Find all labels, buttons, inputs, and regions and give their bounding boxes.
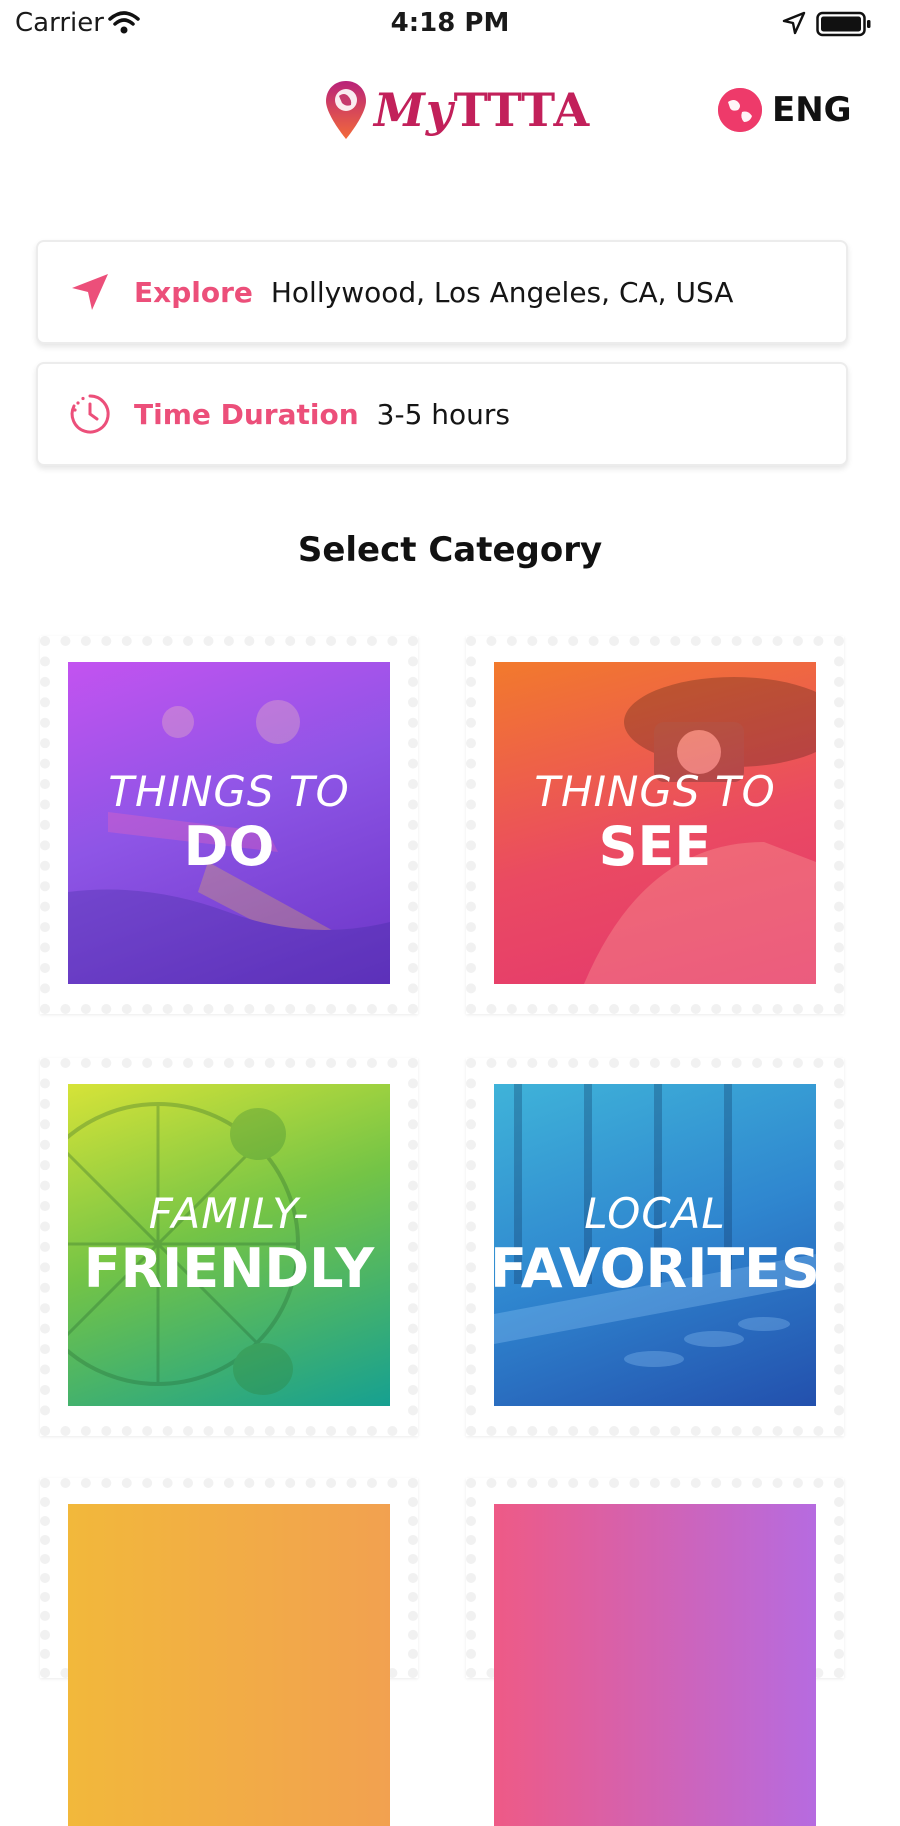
camera-photo: THINGS TO SEE bbox=[494, 662, 816, 984]
category-photo bbox=[494, 1504, 816, 1826]
time-duration-label: Time Duration bbox=[134, 397, 359, 431]
category-things-to-do[interactable]: THINGS TO DO bbox=[40, 636, 418, 1014]
category-line2: DO bbox=[183, 815, 275, 879]
explore-label: Explore bbox=[134, 275, 253, 309]
category-line1: LOCAL bbox=[584, 1188, 726, 1238]
navigation-arrow-icon bbox=[72, 274, 108, 310]
category-line2: FAVORITES bbox=[494, 1237, 816, 1301]
category-family-friendly[interactable]: FAMILY- FRIENDLY bbox=[40, 1058, 418, 1436]
explore-location-field[interactable]: Explore Hollywood, Los Angeles, CA, USA bbox=[36, 240, 848, 344]
category-photo bbox=[68, 1504, 390, 1826]
status-bar: Carrier 4:18 PM bbox=[0, 0, 900, 48]
ferris-wheel-photo: FAMILY- FRIENDLY bbox=[68, 1084, 390, 1406]
category-stamp-partial[interactable] bbox=[40, 1478, 418, 1826]
category-line1: THINGS TO bbox=[108, 766, 350, 816]
time-duration-value: 3-5 hours bbox=[376, 397, 511, 431]
time-duration-field[interactable]: Time Duration 3-5 hours bbox=[36, 362, 848, 466]
category-line1: THINGS TO bbox=[534, 766, 776, 816]
globe-icon bbox=[718, 88, 762, 132]
language-selector[interactable]: ENG bbox=[718, 88, 852, 132]
clock-icon bbox=[70, 394, 110, 434]
category-local-favorites[interactable]: LOCAL FAVORITES bbox=[466, 1058, 844, 1436]
cafe-photo: LOCAL FAVORITES bbox=[494, 1084, 816, 1406]
clock-time: 4:18 PM bbox=[390, 8, 510, 38]
language-label: ENG bbox=[772, 90, 852, 130]
map-pin-icon bbox=[326, 81, 366, 139]
category-line2: FRIENDLY bbox=[83, 1237, 375, 1301]
category-line2: SEE bbox=[598, 815, 712, 879]
app-wordmark: MyTTTA bbox=[374, 83, 591, 137]
category-things-to-see[interactable]: THINGS TO SEE bbox=[466, 636, 844, 1014]
location-arrow-icon bbox=[782, 11, 806, 39]
category-stamp-partial[interactable] bbox=[466, 1478, 844, 1826]
category-line1: FAMILY- bbox=[148, 1188, 310, 1238]
app-logo: MyTTTA bbox=[324, 76, 590, 144]
explore-value: Hollywood, Los Angeles, CA, USA bbox=[270, 275, 734, 309]
battery-icon bbox=[816, 11, 872, 41]
kayak-photo: THINGS TO DO bbox=[68, 662, 390, 984]
section-title: Select Category bbox=[297, 530, 603, 570]
